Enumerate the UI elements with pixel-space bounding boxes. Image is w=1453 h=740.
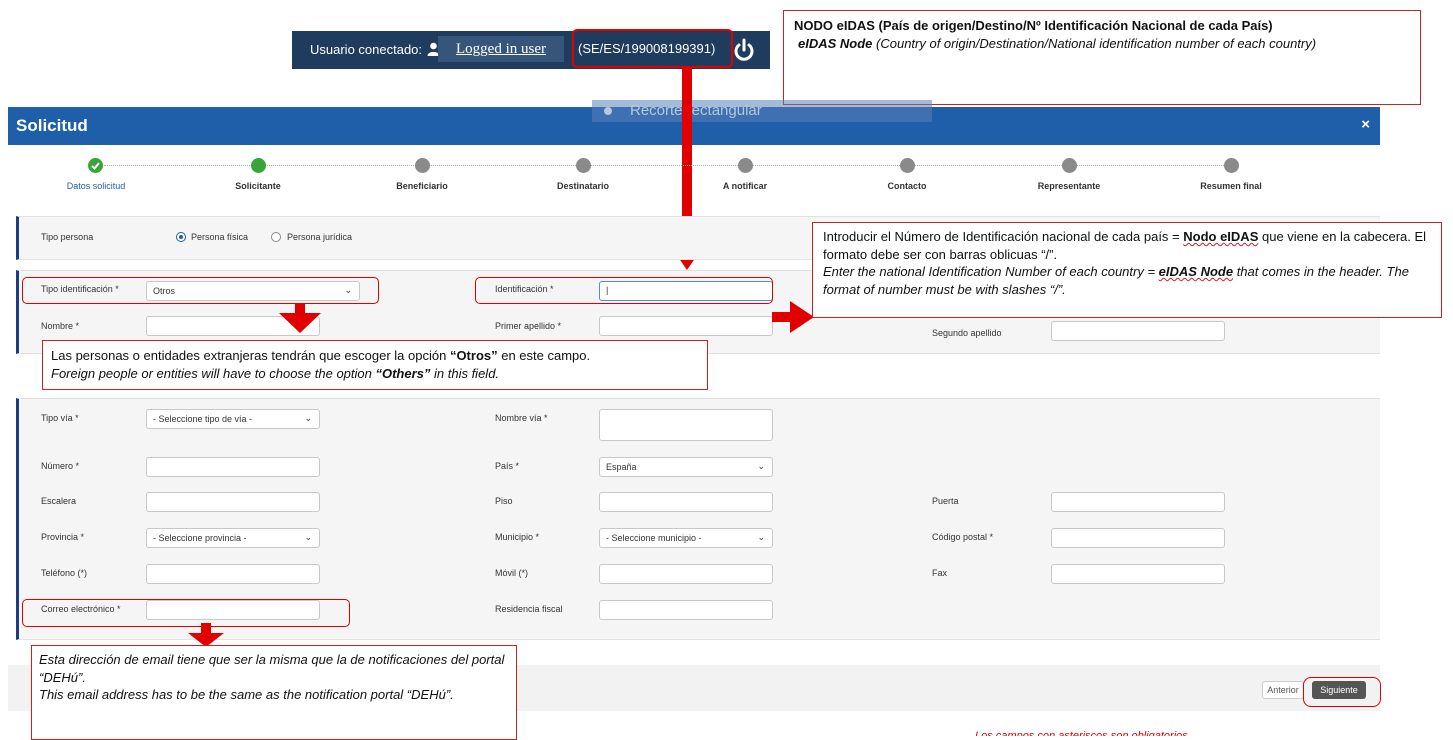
- step-dot-beneficiario[interactable]: [415, 158, 430, 173]
- step-label-a-notificar[interactable]: A notificar: [690, 181, 800, 191]
- primer-apellido-input[interactable]: [599, 316, 773, 336]
- escalera-input[interactable]: [146, 492, 320, 512]
- radio-persona-fisica[interactable]: [176, 232, 186, 242]
- siguiente-highlight: [1303, 677, 1381, 707]
- tipo-via-label: Tipo vía *: [41, 413, 79, 423]
- telefono-input[interactable]: [146, 564, 320, 584]
- primer-apellido-label: Primer apellido *: [495, 321, 562, 331]
- snipping-tool-overlay: Recorte rectangular: [592, 100, 932, 122]
- arrow-down-icon: [279, 313, 321, 333]
- chevron-down-icon: ⌄: [757, 532, 765, 542]
- chevron-down-icon: ⌄: [304, 413, 312, 423]
- step-label-beneficiario[interactable]: Beneficiario: [367, 181, 477, 191]
- annotation-otros: Las personas o entidades extranjeras ten…: [42, 340, 708, 390]
- fax-label: Fax: [932, 568, 948, 578]
- segundo-apellido-input[interactable]: [1051, 321, 1225, 341]
- annotation-node-line1: NODO eIDAS (País de origen/Destino/Nº Id…: [794, 18, 1273, 33]
- annotation-eidas-node: NODO eIDAS (País de origen/Destino/Nº Id…: [783, 10, 1421, 105]
- provincia-label: Provincia *: [41, 532, 85, 542]
- tipo-identificacion-highlight: [22, 277, 379, 304]
- step-label-destinatario[interactable]: Destinatario: [528, 181, 638, 191]
- piso-input[interactable]: [599, 492, 773, 512]
- annotation-ident-es: Introducir el Número de Identificación n…: [823, 229, 1427, 262]
- annotation-otros-es: Las personas o entidades extranjeras ten…: [51, 348, 591, 363]
- escalera-label: Escalera: [41, 496, 77, 506]
- chevron-down-icon: ⌄: [757, 461, 765, 471]
- movil-input[interactable]: [599, 564, 773, 584]
- step-dot-resumen-final[interactable]: [1224, 158, 1239, 173]
- fax-input[interactable]: [1051, 564, 1225, 584]
- residencia-fiscal-input[interactable]: [599, 600, 773, 620]
- annotation-otros-en: Foreign people or entities will have to …: [51, 365, 500, 381]
- step-dot-solicitante[interactable]: [251, 158, 266, 173]
- node-highlight-box: [572, 29, 733, 68]
- radio-persona-juridica[interactable]: [271, 232, 281, 242]
- codigo-postal-input[interactable]: [1051, 528, 1225, 548]
- movil-label: Móvil (*): [495, 568, 528, 578]
- modal-title: Solicitud: [16, 116, 88, 135]
- step-dot-representante[interactable]: [1062, 158, 1077, 173]
- step-label-solicitante[interactable]: Solicitante: [203, 181, 313, 191]
- persona-juridica-label[interactable]: Persona jurídica: [287, 232, 352, 242]
- annotation-email: Esta dirección de email tiene que ser la…: [31, 645, 517, 740]
- step-label-resumen-final[interactable]: Resumen final: [1176, 181, 1286, 191]
- step-dot-destinatario[interactable]: [576, 158, 591, 173]
- step-dot-datos-solicitud[interactable]: [88, 158, 103, 173]
- tipo-persona-label: Tipo persona: [41, 232, 94, 242]
- mandatory-fields-note: Los campos con asteriscos son obligatori…: [975, 730, 1188, 736]
- snipping-tool-label: Recorte rectangular: [630, 102, 762, 119]
- step-label-datos-solicitud[interactable]: Datos solicitud: [41, 181, 151, 191]
- residencia-fiscal-label: Residencia fiscal: [495, 604, 563, 614]
- annotation-ident-en: Enter the national Identification Number…: [823, 264, 1409, 297]
- tipo-via-select[interactable]: - Seleccione tipo de vía - ⌄: [146, 409, 320, 429]
- provincia-select[interactable]: - Seleccione provincia - ⌄: [146, 528, 320, 548]
- numero-input[interactable]: [146, 457, 320, 477]
- check-icon: [91, 162, 100, 170]
- segundo-apellido-label: Segundo apellido: [932, 328, 1002, 338]
- nombre-label: Nombre *: [41, 321, 80, 331]
- pais-label: País *: [495, 461, 520, 471]
- nombre-via-textarea[interactable]: [599, 409, 773, 441]
- puerta-label: Puerta: [932, 496, 959, 506]
- step-dot-contacto[interactable]: [900, 158, 915, 173]
- telefono-label: Teléfono (*): [41, 568, 88, 578]
- logged-in-user-link[interactable]: Logged in user: [438, 36, 564, 62]
- numero-label: Número *: [41, 461, 80, 471]
- step-label-representante[interactable]: Representante: [1014, 181, 1124, 191]
- power-icon[interactable]: [732, 37, 756, 63]
- annotation-identificacion: Introducir el Número de Identificación n…: [812, 222, 1442, 318]
- identificacion-highlight: [475, 277, 773, 304]
- step-dot-a-notificar[interactable]: [738, 158, 753, 173]
- annotation-email-es: Esta dirección de email tiene que ser la…: [39, 652, 505, 685]
- municipio-select[interactable]: - Seleccione municipio - ⌄: [599, 528, 773, 548]
- codigo-postal-label: Código postal *: [932, 532, 994, 542]
- persona-fisica-label[interactable]: Persona física: [191, 232, 248, 242]
- puerta-input[interactable]: [1051, 492, 1225, 512]
- municipio-label: Municipio *: [495, 532, 540, 542]
- step-label-contacto[interactable]: Contacto: [852, 181, 962, 191]
- dot-icon: [604, 107, 612, 115]
- annotation-node-line2: eIDAS Node (Country of origin/Destinatio…: [798, 35, 1317, 51]
- correo-highlight: [22, 599, 350, 627]
- close-icon[interactable]: ×: [1361, 116, 1370, 133]
- anterior-button[interactable]: Anterior: [1262, 681, 1304, 699]
- chevron-down-icon: ⌄: [304, 532, 312, 542]
- arrow-right-icon: [790, 301, 814, 333]
- nombre-via-label: Nombre vía *: [495, 413, 548, 423]
- piso-label: Piso: [495, 496, 513, 506]
- annotation-email-en: This email address has to be the same as…: [39, 687, 454, 703]
- connected-label: Usuario conectado:: [310, 42, 423, 57]
- pais-select[interactable]: España ⌄: [599, 457, 773, 477]
